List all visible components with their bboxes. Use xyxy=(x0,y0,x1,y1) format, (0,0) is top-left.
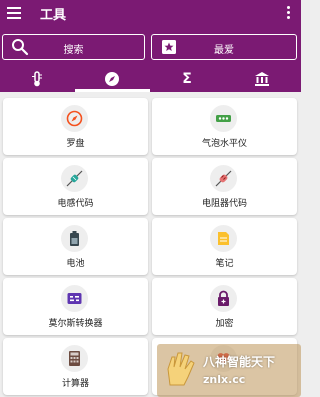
search-button[interactable]: 搜索 xyxy=(2,34,145,60)
card-label: 加密 xyxy=(215,319,234,329)
compass-icon xyxy=(105,72,119,86)
card-label: 电池 xyxy=(66,259,85,269)
card-icon-bg xyxy=(210,285,237,312)
card-battery[interactable]: 电池 xyxy=(3,218,148,275)
card-label: 电阻器代码 xyxy=(201,199,247,209)
watermark-url: znlx.cc xyxy=(203,373,246,386)
resistor-icon xyxy=(215,170,232,187)
card-icon-bg xyxy=(61,285,88,312)
tab-measure[interactable] xyxy=(0,66,75,92)
sigma-icon: Σ xyxy=(182,71,192,87)
card-morse-converter[interactable]: 莫尔斯转换器 xyxy=(3,278,148,335)
card-icon-bg xyxy=(61,105,88,132)
card-icon-bg xyxy=(210,165,237,192)
thermometer-icon xyxy=(32,71,42,87)
calculator-icon xyxy=(69,351,80,366)
bank-icon xyxy=(255,72,269,86)
card-inductor-code[interactable]: 电感代码 xyxy=(3,158,148,215)
tab-math[interactable]: Σ xyxy=(150,66,225,92)
card-icon-bg xyxy=(61,225,88,252)
card-compass[interactable]: 罗盘 xyxy=(3,98,148,155)
note-icon xyxy=(218,232,229,245)
card-icon-bg xyxy=(210,225,237,252)
favorites-button[interactable]: 最爱 xyxy=(151,34,297,60)
app-bar: 工具 搜索 最爱 Σ xyxy=(0,0,301,92)
top-bar: 工具 xyxy=(0,0,301,28)
card-label: 计算器 xyxy=(61,379,89,389)
watermark-text: 八神智能天下 xyxy=(203,355,276,369)
app-title: 工具 xyxy=(40,8,67,23)
card-label: 笔记 xyxy=(215,259,234,269)
card-encryption[interactable]: 加密 xyxy=(152,278,297,335)
hand-logo-icon xyxy=(167,352,195,386)
card-resistor-code[interactable]: 电阻器代码 xyxy=(152,158,297,215)
bubble-level-icon xyxy=(216,115,231,122)
card-icon-bg xyxy=(61,165,88,192)
menu-icon[interactable] xyxy=(7,7,21,19)
favorites-button-label: 最爱 xyxy=(214,45,234,56)
category-tabs: Σ xyxy=(0,66,301,92)
tab-tools[interactable] xyxy=(75,66,150,92)
action-buttons: 搜索 最爱 xyxy=(0,34,301,61)
battery-icon xyxy=(70,231,79,246)
inductor-icon xyxy=(66,170,83,187)
card-icon-bg xyxy=(210,105,237,132)
card-calculator[interactable]: 计算器 xyxy=(3,338,148,395)
card-bubble-level[interactable]: 气泡水平仪 xyxy=(152,98,297,155)
card-label: 电感代码 xyxy=(57,199,94,209)
lock-icon xyxy=(218,290,229,306)
morse-icon xyxy=(67,293,82,304)
tab-finance[interactable] xyxy=(225,66,300,92)
card-notes[interactable]: 笔记 xyxy=(152,218,297,275)
search-button-label: 搜索 xyxy=(63,45,84,56)
watermark-overlay: 八神智能天下 znlx.cc xyxy=(157,344,301,397)
card-label: 莫尔斯转换器 xyxy=(48,319,103,329)
card-label: 气泡水平仪 xyxy=(201,139,247,149)
more-options-icon[interactable] xyxy=(287,6,291,20)
card-label: 罗盘 xyxy=(66,139,85,149)
compass-icon xyxy=(66,110,83,127)
card-icon-bg xyxy=(61,345,88,372)
